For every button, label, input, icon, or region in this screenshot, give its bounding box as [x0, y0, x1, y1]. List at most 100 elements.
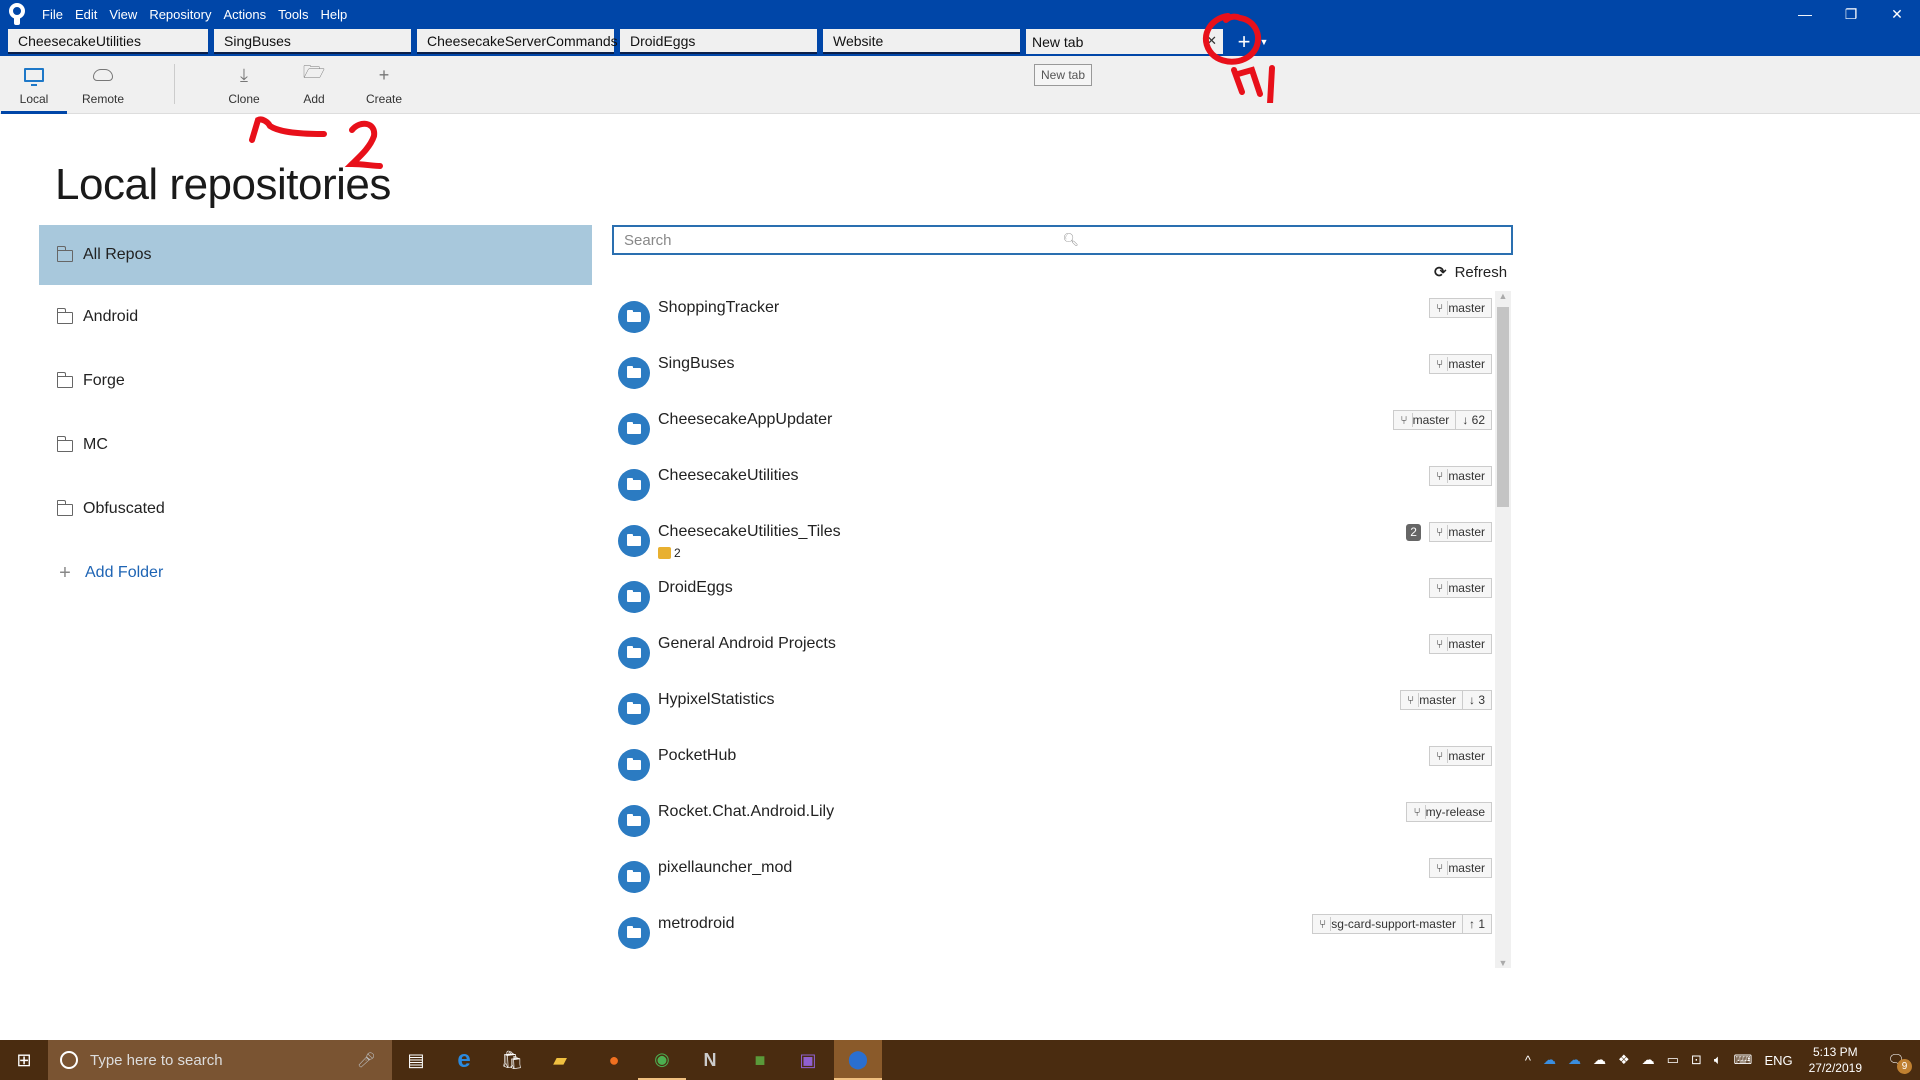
- tab-dropdown-icon[interactable]: ▼: [1257, 29, 1271, 54]
- language-indicator[interactable]: ENG: [1764, 1053, 1792, 1068]
- clock[interactable]: 5:13 PM 27/2/2019: [1809, 1044, 1862, 1076]
- microphone-icon[interactable]: 🎤︎: [357, 1051, 376, 1069]
- file-explorer-icon[interactable]: ▰: [536, 1040, 584, 1080]
- repo-row[interactable]: pixellauncher_mod ⑂ master: [612, 851, 1492, 907]
- commits-behind: ↓ 3: [1461, 691, 1491, 709]
- repo-badges: ⑂ master ↓ 3: [1400, 690, 1492, 710]
- repo-badges: ⑂ master: [1429, 746, 1492, 766]
- tab-droideggs[interactable]: DroidEggs: [620, 29, 817, 54]
- repo-list-scrollbar[interactable]: ▲ ▼: [1495, 291, 1511, 968]
- firefox-icon[interactable]: ●: [590, 1040, 638, 1080]
- create-button[interactable]: + Create: [351, 56, 417, 114]
- action-center-button[interactable]: 🗨︎ 9: [1872, 1040, 1920, 1080]
- repo-name: SingBuses: [658, 355, 735, 372]
- notion-icon[interactable]: N: [686, 1040, 734, 1080]
- create-label: Create: [365, 92, 403, 106]
- refresh-button[interactable]: ⟳ Refresh: [1434, 263, 1507, 282]
- store-icon[interactable]: 🛍︎: [488, 1040, 536, 1080]
- clone-button[interactable]: ⤓ Clone: [211, 56, 277, 114]
- menu-file[interactable]: File: [42, 7, 63, 22]
- repo-row[interactable]: ShoppingTracker ⑂ master: [612, 291, 1492, 347]
- repo-row[interactable]: HypixelStatistics ⑂ master ↓ 3: [612, 683, 1492, 739]
- onedrive-business-icon[interactable]: ☁: [1568, 1052, 1581, 1068]
- add-tab-button[interactable]: +: [1231, 29, 1257, 54]
- taskbar-search-box[interactable]: Type here to search 🎤︎: [48, 1040, 392, 1080]
- tab-website[interactable]: Website: [823, 29, 1020, 54]
- tab-label: New tab: [1032, 33, 1084, 50]
- minimize-button[interactable]: —: [1782, 0, 1828, 28]
- repo-row[interactable]: CheesecakeUtilities ⑂ master: [612, 459, 1492, 515]
- minecraft-icon[interactable]: ■: [736, 1040, 784, 1080]
- task-view-icon[interactable]: ▤: [392, 1040, 440, 1080]
- menu-view[interactable]: View: [109, 7, 137, 22]
- volume-icon[interactable]: 🔈︎: [1714, 1052, 1722, 1068]
- repo-row[interactable]: SingBuses ⑂ master: [612, 347, 1492, 403]
- sidebar-item-obfuscated[interactable]: Obfuscated: [39, 477, 592, 541]
- menu-edit[interactable]: Edit: [75, 7, 97, 22]
- tab-cheesecakeutilities[interactable]: CheesecakeUtilities: [8, 29, 208, 54]
- folder-icon: [56, 372, 73, 388]
- menu-help[interactable]: Help: [320, 7, 347, 22]
- add-folder-button[interactable]: + Add Folder: [39, 541, 592, 605]
- sidebar-item-all-repos[interactable]: All Repos: [39, 225, 592, 285]
- chrome-icon[interactable]: ◉: [638, 1040, 686, 1080]
- close-button[interactable]: ✕: [1874, 0, 1920, 28]
- cloud-icon[interactable]: ☁: [1593, 1052, 1606, 1068]
- sourcetree-taskbar-icon[interactable]: ⬤: [834, 1040, 882, 1080]
- scroll-down-icon[interactable]: ▼: [1495, 958, 1511, 968]
- add-folder-label: Add Folder: [85, 564, 164, 581]
- restore-button[interactable]: ❐: [1828, 0, 1874, 28]
- menu-repository[interactable]: Repository: [149, 7, 211, 22]
- add-button[interactable]: 🗁 Add: [281, 56, 347, 114]
- repo-row[interactable]: General Android Projects ⑂ master: [612, 627, 1492, 683]
- branch-icon: ⑂: [1436, 861, 1444, 875]
- windows-start-button[interactable]: ⊞: [0, 1040, 48, 1080]
- repo-row[interactable]: Rocket.Chat.Android.Lily ⑂ my-release: [612, 795, 1492, 851]
- repo-name: pixellauncher_mod: [658, 859, 793, 876]
- sidebar-item-forge[interactable]: Forge: [39, 349, 592, 413]
- tab-singbuses[interactable]: SingBuses: [214, 29, 411, 54]
- show-hidden-icons[interactable]: ^: [1525, 1053, 1531, 1068]
- local-tab-button[interactable]: Local: [1, 56, 67, 114]
- battery-icon[interactable]: ▭: [1667, 1052, 1679, 1068]
- repo-badges: ⑂ master: [1429, 578, 1492, 598]
- edge-icon[interactable]: e: [440, 1040, 488, 1080]
- sidebar-item-label: Android: [83, 308, 139, 325]
- scroll-up-icon[interactable]: ▲: [1495, 291, 1511, 301]
- sidebar-item-label: Forge: [83, 372, 125, 389]
- branch-badge: ⑂ master: [1429, 298, 1492, 318]
- remote-tab-button[interactable]: Remote: [70, 56, 136, 114]
- repo-name: CheesecakeUtilities: [658, 467, 799, 484]
- tab-cheesecakeservercommands[interactable]: CheesecakeServerCommands: [417, 29, 618, 54]
- keyboard-icon[interactable]: ⌨: [1734, 1052, 1753, 1068]
- cloud-upload-icon[interactable]: ☁: [1642, 1052, 1655, 1068]
- repo-row[interactable]: DroidEggs ⑂ master: [612, 571, 1492, 627]
- branch-badge: ⑂ master ↓ 62: [1393, 410, 1492, 430]
- sidebar-item-android[interactable]: Android: [39, 285, 592, 349]
- repo-row[interactable]: metrodroid ⑂ sg-card-support-master ↑ 1: [612, 907, 1492, 963]
- repo-badges: ⑂ master: [1429, 858, 1492, 878]
- cloud-icon: [93, 69, 113, 81]
- repo-row[interactable]: PocketHub ⑂ master: [612, 739, 1492, 795]
- scrollbar-thumb[interactable]: [1497, 307, 1509, 507]
- sidebar-item-label: All Repos: [83, 246, 152, 263]
- branch-name: sg-card-support-master: [1330, 917, 1456, 931]
- branch-name: master: [1418, 693, 1456, 707]
- branch-badge: ⑂ master: [1429, 858, 1492, 878]
- tab-close-icon[interactable]: ✕: [1206, 33, 1217, 49]
- tab-new-tab[interactable]: New tab ✕: [1026, 29, 1223, 54]
- stash-icon: [658, 547, 671, 559]
- twitch-icon[interactable]: ▣: [784, 1040, 832, 1080]
- repo-row[interactable]: CheesecakeUtilities_Tiles 2 2 ⑂ master: [612, 515, 1492, 571]
- search-input[interactable]: Search 🔍︎: [612, 225, 1513, 255]
- repo-folder-icon: [618, 525, 650, 557]
- repo-row[interactable]: CheesecakeAppUpdater ⑂ master ↓ 62: [612, 403, 1492, 459]
- network-icon[interactable]: ⊡: [1691, 1052, 1702, 1068]
- menu-actions[interactable]: Actions: [223, 7, 266, 22]
- toolbar-divider: [174, 64, 175, 104]
- dropbox-icon[interactable]: ❖: [1618, 1052, 1630, 1068]
- menu-tools[interactable]: Tools: [278, 7, 308, 22]
- tab-label: CheesecakeServerCommands: [427, 32, 618, 49]
- sidebar-item-mc[interactable]: MC: [39, 413, 592, 477]
- onedrive-icon[interactable]: ☁: [1543, 1052, 1556, 1068]
